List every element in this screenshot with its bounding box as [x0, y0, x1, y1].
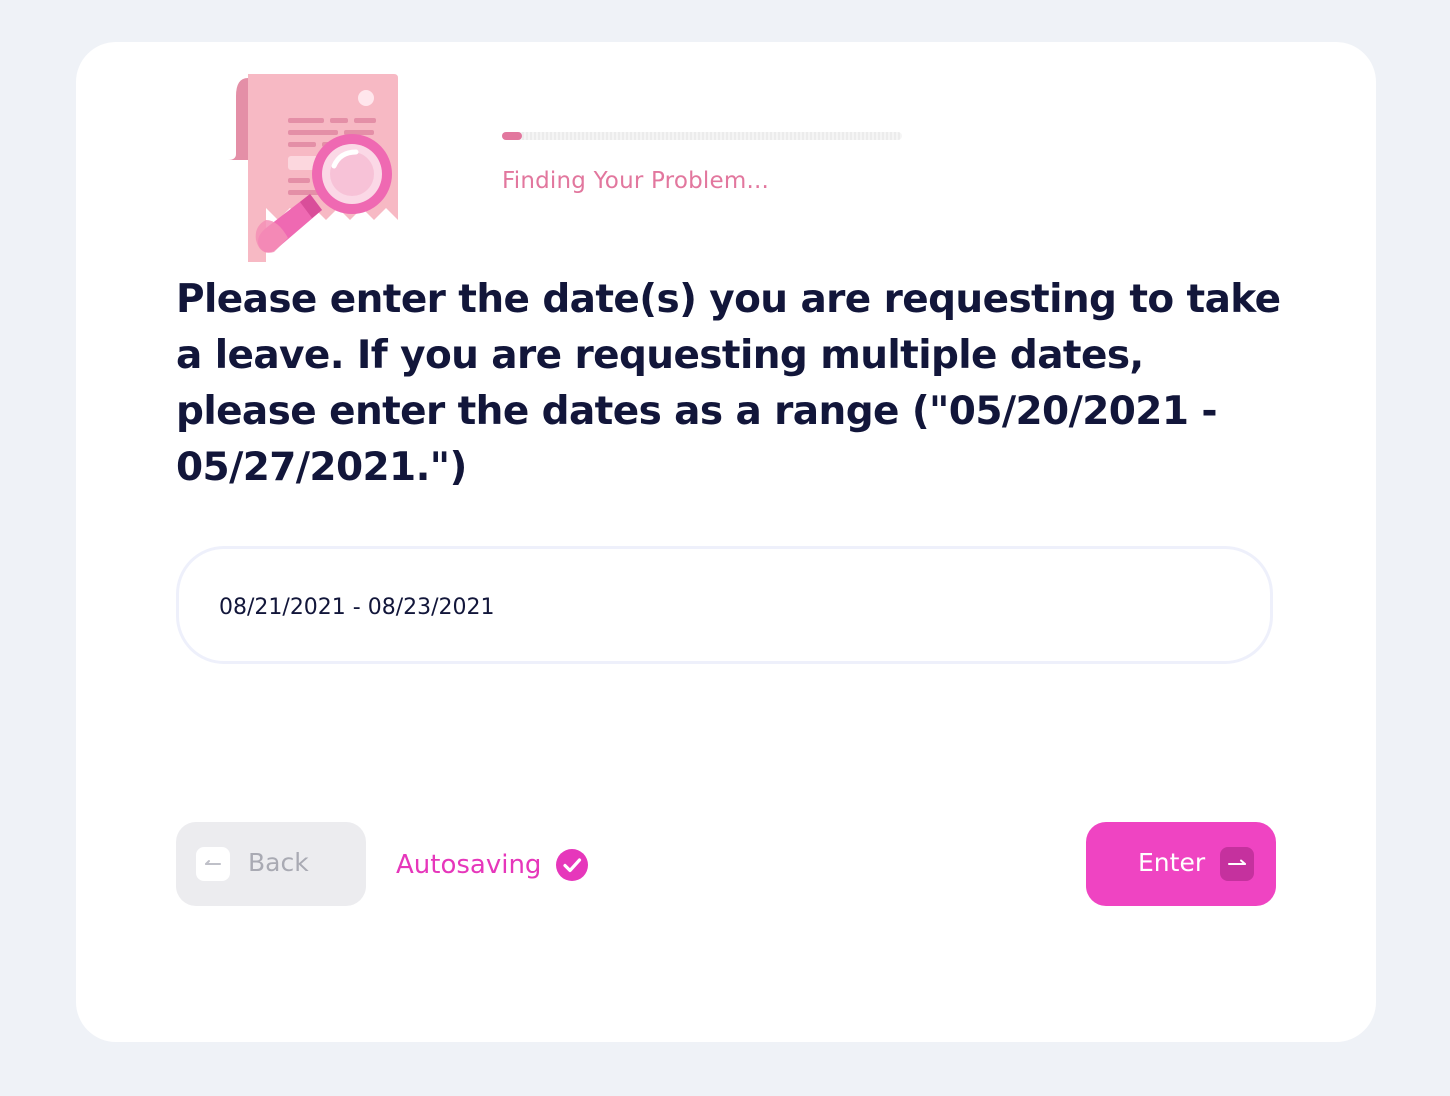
document-search-illustration — [228, 74, 398, 262]
enter-button[interactable]: Enter — [1086, 822, 1276, 906]
back-button[interactable]: Back — [176, 822, 366, 906]
check-circle-icon — [556, 849, 589, 881]
back-button-label: Back — [248, 848, 309, 877]
progress-fill — [502, 132, 522, 140]
progress-bar — [502, 132, 902, 140]
progress-status-text: Finding Your Problem... — [502, 168, 769, 194]
answer-field-container[interactable] — [176, 546, 1273, 664]
arrow-left-icon — [196, 847, 230, 881]
autosave-label: Autosaving — [396, 850, 542, 880]
question-heading: Please enter the date(s) you are request… — [176, 277, 1281, 490]
autosave-indicator: Autosaving — [396, 845, 589, 885]
form-card: Finding Your Problem... Please enter the… — [76, 42, 1376, 1042]
arrow-right-icon — [1220, 847, 1254, 881]
enter-button-label: Enter — [1138, 848, 1206, 877]
date-range-input[interactable] — [219, 585, 1219, 629]
